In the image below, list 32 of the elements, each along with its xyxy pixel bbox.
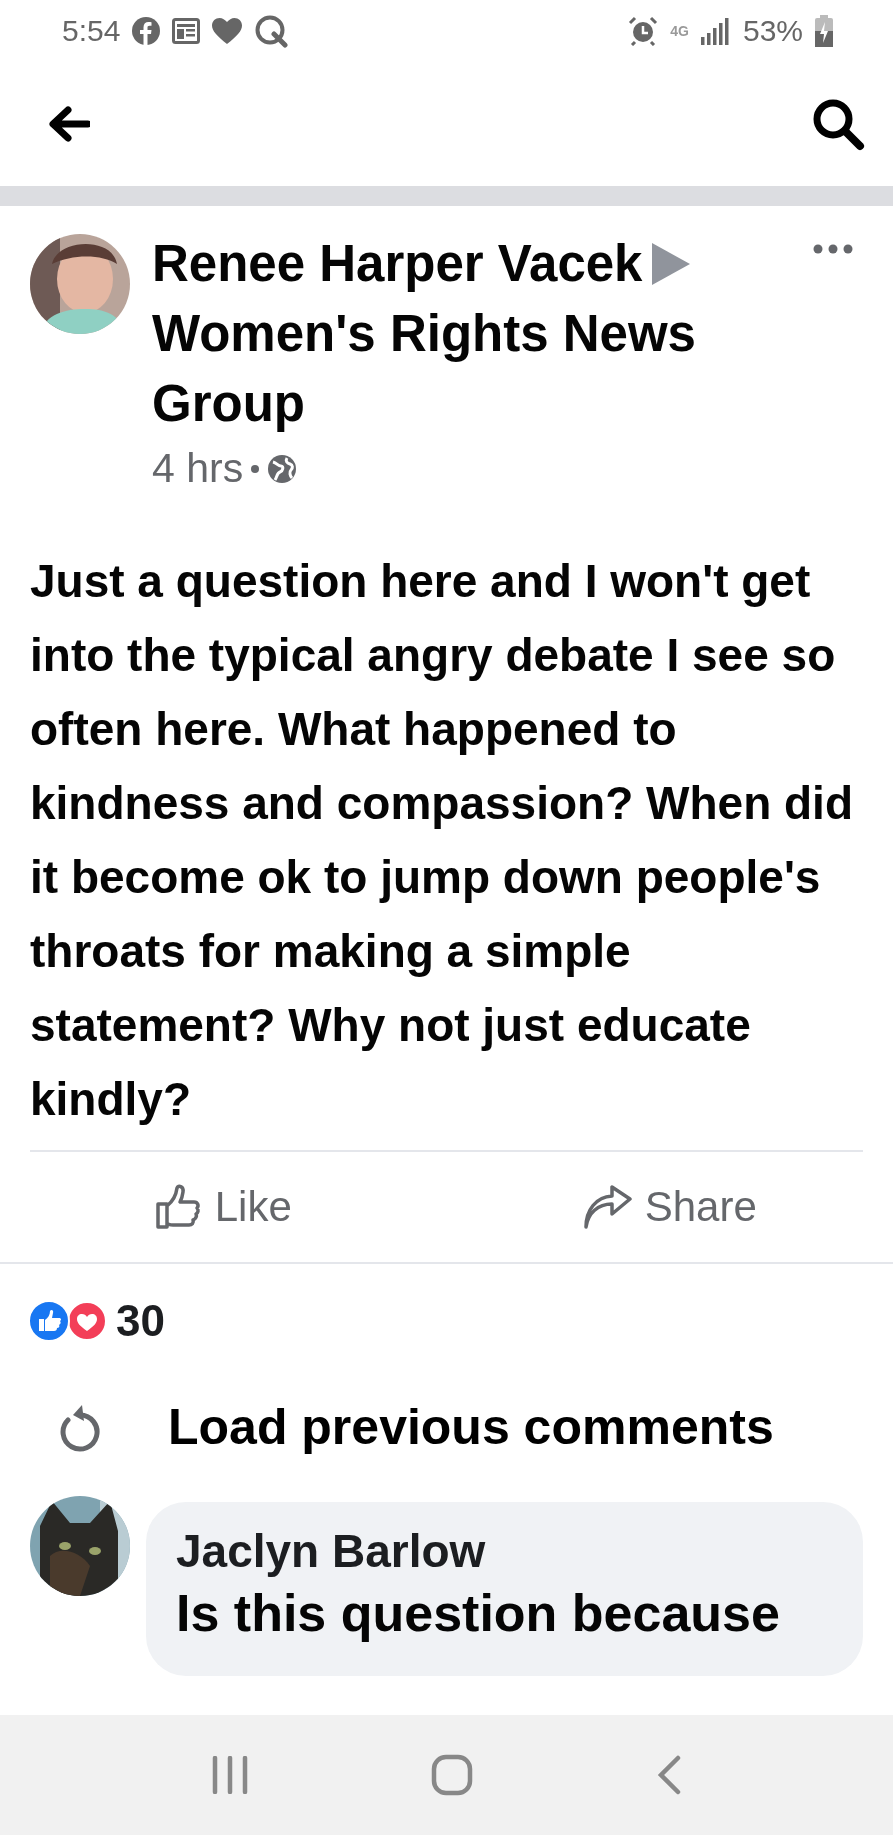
signal-icon [700,17,731,45]
triangle-right-icon [652,242,691,285]
globe-icon [267,453,298,484]
home-icon[interactable] [431,1754,474,1796]
share-arrow-icon [582,1185,633,1229]
commenter-name[interactable]: Jaclyn Barlow [176,1522,833,1580]
reaction-icons[interactable] [28,1300,108,1342]
news-icon [172,18,201,44]
like-button[interactable]: Like [40,1160,407,1254]
dot-icon [251,464,260,473]
author-name[interactable]: Renee Harper Vacek [152,235,643,292]
battery-percent: 53% [742,14,803,48]
comment-text: Is this question because [176,1583,781,1644]
q-icon [254,14,289,48]
battery-charging-icon [815,15,833,47]
more-options-icon[interactable] [813,244,853,254]
heart-icon [212,18,243,44]
group-name[interactable]: Women's Rights News Group [152,299,753,439]
back-arrow-icon[interactable] [48,106,90,142]
search-icon[interactable] [811,97,865,151]
recent-apps-icon[interactable] [211,1756,248,1794]
back-icon[interactable] [657,1755,682,1795]
thumbs-up-icon [154,1184,203,1230]
reaction-count[interactable]: 30 [116,1296,165,1346]
load-previous-comments[interactable]: Load previous comments [168,1398,774,1456]
alarm-icon [628,16,659,46]
network-type: 4G [670,24,689,38]
status-time: 5:54 [62,14,121,48]
post-time: 4 hrs [152,445,244,492]
facebook-icon [132,17,161,45]
share-button[interactable]: Share [486,1160,853,1254]
post-text: Just a question here and I won't get into the typical angry debate I see so often here. What happened to kindness and compassion? When did it become ok to jump down people's throats for making a simple statement? Why not just educate kindly? [30,544,863,1152]
